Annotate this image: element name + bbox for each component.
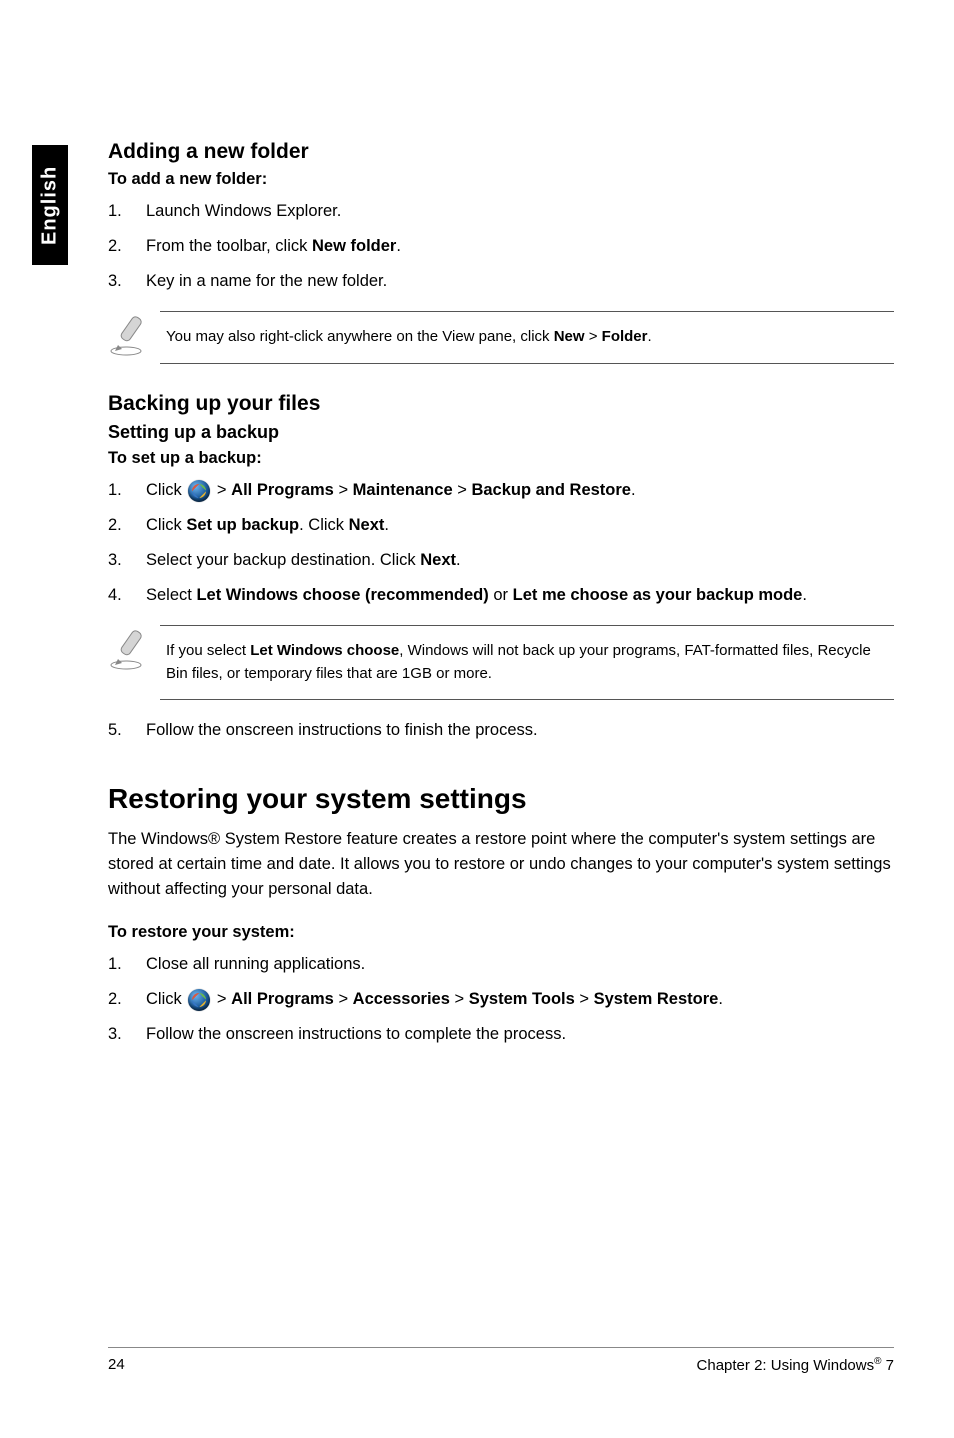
note-block: If you select Let Windows choose, Window… xyxy=(108,625,894,700)
pencil-note-icon xyxy=(108,311,160,364)
bold-text: Maintenance xyxy=(353,481,453,499)
note-block: You may also right-click anywhere on the… xyxy=(108,311,894,364)
list-item: 5.Follow the onscreen instructions to fi… xyxy=(146,718,894,743)
step-text: Follow the onscreen instructions to fini… xyxy=(146,721,538,739)
list-item: 2. Click Set up backup. Click Next. xyxy=(146,513,894,538)
bold-text: All Programs xyxy=(231,481,334,499)
bold-text: System Restore xyxy=(594,990,719,1008)
heading-add-folder: Adding a new folder xyxy=(108,140,894,164)
chapter-label: Chapter 2: Using Windows® 7 xyxy=(697,1356,894,1374)
bold-text: New folder xyxy=(312,237,396,255)
list-item: 1.Close all running applications. xyxy=(146,952,894,977)
bold-text: Next xyxy=(349,516,385,534)
list-item: 1. Click > All Programs > Maintenance > … xyxy=(146,478,894,503)
list-item: 4. Select Let Windows choose (recommende… xyxy=(146,583,894,608)
list-item: 2. Click > All Programs > Accessories > … xyxy=(146,987,894,1012)
steps-backup-cont: 5.Follow the onscreen instructions to fi… xyxy=(108,718,894,743)
subheading-to-restore: To restore your system: xyxy=(108,923,894,942)
list-item: 3.Key in a name for the new folder. xyxy=(146,269,894,294)
windows-start-icon xyxy=(188,989,210,1011)
bold-text: Folder xyxy=(602,328,648,345)
list-item: 1.Launch Windows Explorer. xyxy=(146,199,894,224)
steps-backup: 1. Click > All Programs > Maintenance > … xyxy=(108,478,894,607)
list-item: 3. Select your backup destination. Click… xyxy=(146,548,894,573)
step-text: . xyxy=(396,237,401,255)
bold-text: All Programs xyxy=(231,990,334,1008)
bold-text: Let Windows choose xyxy=(250,642,399,659)
pencil-note-icon xyxy=(108,625,160,678)
step-text: Launch Windows Explorer. xyxy=(146,202,341,220)
bold-text: System Tools xyxy=(469,990,575,1008)
windows-start-icon xyxy=(188,480,210,502)
bold-text: Let me choose as your backup mode xyxy=(513,586,803,604)
page-content: Adding a new folder To add a new folder:… xyxy=(108,140,894,1065)
bold-text: New xyxy=(554,328,585,345)
note-text: If you select Let Windows choose, Window… xyxy=(160,625,894,700)
subheading-to-setup: To set up a backup: xyxy=(108,449,894,468)
step-text: Follow the onscreen instructions to comp… xyxy=(146,1025,566,1043)
bold-text: Let Windows choose (recommended) xyxy=(196,586,488,604)
note-text: You may also right-click anywhere on the… xyxy=(160,311,894,364)
bold-text: Set up backup xyxy=(186,516,299,534)
step-text: From the toolbar, click xyxy=(146,237,312,255)
bold-text: Accessories xyxy=(353,990,450,1008)
step-text: Close all running applications. xyxy=(146,955,365,973)
bold-text: Backup and Restore xyxy=(471,481,631,499)
step-text: Key in a name for the new folder. xyxy=(146,272,387,290)
bold-text: Next xyxy=(420,551,456,569)
list-item: 2. From the toolbar, click New folder. xyxy=(146,234,894,259)
steps-restore: 1.Close all running applications. 2. Cli… xyxy=(108,952,894,1046)
heading-restoring: Restoring your system settings xyxy=(108,783,894,815)
heading-backup: Backing up your files xyxy=(108,392,894,416)
list-item: 3.Follow the onscreen instructions to co… xyxy=(146,1022,894,1047)
subheading-setting-up: Setting up a backup xyxy=(108,422,894,443)
page-footer: 24 Chapter 2: Using Windows® 7 xyxy=(108,1347,894,1374)
steps-add-folder: 1.Launch Windows Explorer. 2. From the t… xyxy=(108,199,894,293)
paragraph: The Windows® System Restore feature crea… xyxy=(108,827,894,901)
page-number: 24 xyxy=(108,1356,125,1374)
language-tab: English xyxy=(32,145,68,265)
subheading-to-add: To add a new folder: xyxy=(108,170,894,189)
